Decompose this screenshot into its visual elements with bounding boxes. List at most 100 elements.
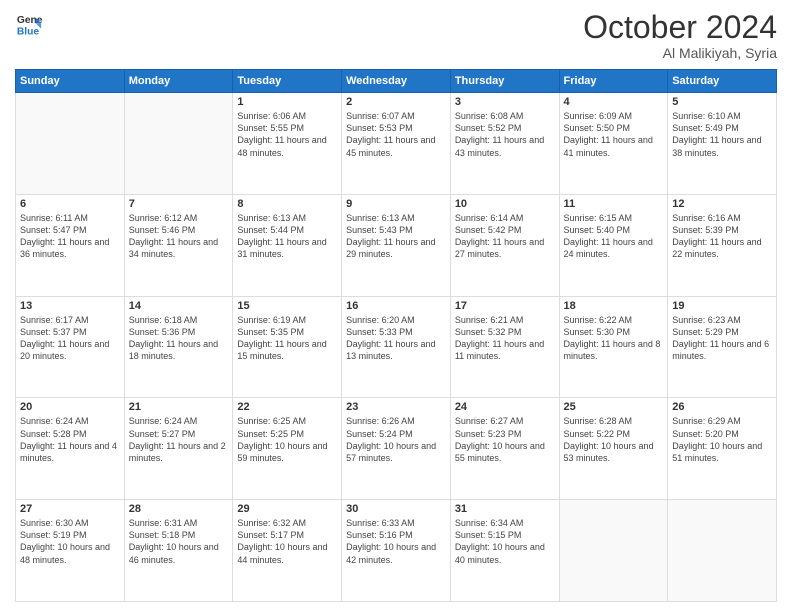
calendar-cell: 1Sunrise: 6:06 AMSunset: 5:55 PMDaylight… (233, 93, 342, 195)
day-info: Sunrise: 6:17 AMSunset: 5:37 PMDaylight:… (20, 314, 120, 363)
calendar-cell: 15 Sunrise: 6:19 AMSunset: 5:35 PMDayligh… (233, 296, 342, 398)
day-info: Sunrise: 6:34 AMSunset: 5:15 PMDaylight:… (455, 517, 555, 566)
week-row-4: 20Sunrise: 6:24 AMSunset: 5:28 PMDayligh… (16, 398, 777, 500)
calendar-cell: 14Sunrise: 6:18 AMSunset: 5:36 PMDayligh… (124, 296, 233, 398)
week-row-5: 27 Sunrise: 6:30 AMSunset: 5:19 PMDayligh… (16, 500, 777, 602)
calendar-cell: 11 Sunrise: 6:15 AMSunset: 5:40 PMDayligh… (559, 194, 668, 296)
calendar-cell: 28 Sunrise: 6:31 AMSunset: 5:18 PMDayligh… (124, 500, 233, 602)
calendar-header-row: SundayMondayTuesdayWednesdayThursdayFrid… (16, 70, 777, 93)
day-number: 12 (672, 198, 772, 210)
calendar-cell: 2 Sunrise: 6:07 AMSunset: 5:53 PMDaylight… (342, 93, 451, 195)
week-row-1: 1Sunrise: 6:06 AMSunset: 5:55 PMDaylight… (16, 93, 777, 195)
day-number: 16 (346, 300, 446, 312)
col-header-friday: Friday (559, 70, 668, 93)
calendar-cell: 27 Sunrise: 6:30 AMSunset: 5:19 PMDayligh… (16, 500, 125, 602)
day-info: Sunrise: 6:15 AMSunset: 5:40 PMDaylight:… (564, 212, 664, 261)
calendar-cell: 17 Sunrise: 6:21 AMSunset: 5:32 PMDayligh… (450, 296, 559, 398)
calendar-cell: 24 Sunrise: 6:27 AMSunset: 5:23 PMDayligh… (450, 398, 559, 500)
col-header-monday: Monday (124, 70, 233, 93)
day-number: 29 (237, 503, 337, 515)
col-header-thursday: Thursday (450, 70, 559, 93)
day-info: Sunrise: 6:13 AMSunset: 5:44 PMDaylight:… (237, 212, 337, 261)
day-info: Sunrise: 6:32 AMSunset: 5:17 PMDaylight:… (237, 517, 337, 566)
day-number: 8 (237, 198, 337, 210)
location-subtitle: Al Malikiyah, Syria (583, 45, 777, 61)
day-number: 10 (455, 198, 555, 210)
day-info: Sunrise: 6:30 AMSunset: 5:19 PMDaylight:… (20, 517, 120, 566)
day-info: Sunrise: 6:31 AMSunset: 5:18 PMDaylight:… (129, 517, 229, 566)
day-number: 28 (129, 503, 229, 515)
day-number: 13 (20, 300, 120, 312)
day-number: 27 (20, 503, 120, 515)
calendar-cell: 16 Sunrise: 6:20 AMSunset: 5:33 PMDayligh… (342, 296, 451, 398)
day-info: Sunrise: 6:13 AMSunset: 5:43 PMDaylight:… (346, 212, 446, 261)
week-row-2: 6Sunrise: 6:11 AMSunset: 5:47 PMDaylight… (16, 194, 777, 296)
month-title: October 2024 (583, 10, 777, 45)
day-number: 11 (564, 198, 664, 210)
day-info: Sunrise: 6:07 AMSunset: 5:53 PMDaylight:… (346, 110, 446, 159)
day-number: 21 (129, 401, 229, 413)
day-number: 5 (672, 96, 772, 108)
calendar-cell (559, 500, 668, 602)
day-number: 22 (237, 401, 337, 413)
day-info: Sunrise: 6:20 AMSunset: 5:33 PMDaylight:… (346, 314, 446, 363)
calendar-cell: 25 Sunrise: 6:28 AMSunset: 5:22 PMDayligh… (559, 398, 668, 500)
day-info: Sunrise: 6:28 AMSunset: 5:22 PMDaylight:… (564, 415, 664, 464)
day-number: 18 (564, 300, 664, 312)
day-number: 20 (20, 401, 120, 413)
day-info: Sunrise: 6:09 AMSunset: 5:50 PMDaylight:… (564, 110, 664, 159)
day-number: 26 (672, 401, 772, 413)
title-block: October 2024 Al Malikiyah, Syria (583, 10, 777, 61)
day-number: 17 (455, 300, 555, 312)
day-number: 15 (237, 300, 337, 312)
day-info: Sunrise: 6:12 AMSunset: 5:46 PMDaylight:… (129, 212, 229, 261)
day-info: Sunrise: 6:08 AMSunset: 5:52 PMDaylight:… (455, 110, 555, 159)
day-number: 4 (564, 96, 664, 108)
day-info: Sunrise: 6:06 AMSunset: 5:55 PMDaylight:… (237, 110, 337, 159)
day-info: Sunrise: 6:14 AMSunset: 5:42 PMDaylight:… (455, 212, 555, 261)
col-header-wednesday: Wednesday (342, 70, 451, 93)
calendar-cell: 13 Sunrise: 6:17 AMSunset: 5:37 PMDayligh… (16, 296, 125, 398)
calendar-cell (668, 500, 777, 602)
calendar-cell: 5Sunrise: 6:10 AMSunset: 5:49 PMDaylight… (668, 93, 777, 195)
day-number: 3 (455, 96, 555, 108)
svg-text:Blue: Blue (17, 26, 40, 37)
calendar-cell: 6Sunrise: 6:11 AMSunset: 5:47 PMDaylight… (16, 194, 125, 296)
day-number: 2 (346, 96, 446, 108)
day-info: Sunrise: 6:26 AMSunset: 5:24 PMDaylight:… (346, 415, 446, 464)
day-number: 9 (346, 198, 446, 210)
day-number: 30 (346, 503, 446, 515)
day-info: Sunrise: 6:19 AMSunset: 5:35 PMDaylight:… (237, 314, 337, 363)
calendar-cell: 23 Sunrise: 6:26 AMSunset: 5:24 PMDayligh… (342, 398, 451, 500)
calendar-cell: 20Sunrise: 6:24 AMSunset: 5:28 PMDayligh… (16, 398, 125, 500)
calendar-cell: 9 Sunrise: 6:13 AMSunset: 5:43 PMDaylight… (342, 194, 451, 296)
calendar-cell: 30 Sunrise: 6:33 AMSunset: 5:16 PMDayligh… (342, 500, 451, 602)
day-number: 7 (129, 198, 229, 210)
day-info: Sunrise: 6:23 AMSunset: 5:29 PMDaylight:… (672, 314, 772, 363)
calendar-cell: 29 Sunrise: 6:32 AMSunset: 5:17 PMDayligh… (233, 500, 342, 602)
calendar-cell: 7 Sunrise: 6:12 AMSunset: 5:46 PMDaylight… (124, 194, 233, 296)
day-info: Sunrise: 6:25 AMSunset: 5:25 PMDaylight:… (237, 415, 337, 464)
logo: General Blue (15, 10, 43, 38)
day-number: 24 (455, 401, 555, 413)
day-number: 25 (564, 401, 664, 413)
calendar-cell: 22 Sunrise: 6:25 AMSunset: 5:25 PMDayligh… (233, 398, 342, 500)
calendar-cell: 31 Sunrise: 6:34 AMSunset: 5:15 PMDayligh… (450, 500, 559, 602)
calendar-cell: 12Sunrise: 6:16 AMSunset: 5:39 PMDayligh… (668, 194, 777, 296)
calendar-cell: 18Sunrise: 6:22 AMSunset: 5:30 PMDayligh… (559, 296, 668, 398)
day-number: 6 (20, 198, 120, 210)
day-info: Sunrise: 6:33 AMSunset: 5:16 PMDaylight:… (346, 517, 446, 566)
calendar-cell: 4 Sunrise: 6:09 AMSunset: 5:50 PMDaylight… (559, 93, 668, 195)
day-number: 31 (455, 503, 555, 515)
calendar-cell: 3 Sunrise: 6:08 AMSunset: 5:52 PMDaylight… (450, 93, 559, 195)
page: General Blue October 2024 Al Malikiyah, … (0, 0, 792, 612)
day-info: Sunrise: 6:21 AMSunset: 5:32 PMDaylight:… (455, 314, 555, 363)
calendar-cell: 19Sunrise: 6:23 AMSunset: 5:29 PMDayligh… (668, 296, 777, 398)
col-header-tuesday: Tuesday (233, 70, 342, 93)
day-info: Sunrise: 6:27 AMSunset: 5:23 PMDaylight:… (455, 415, 555, 464)
calendar-cell (16, 93, 125, 195)
header: General Blue October 2024 Al Malikiyah, … (15, 10, 777, 61)
day-info: Sunrise: 6:18 AMSunset: 5:36 PMDaylight:… (129, 314, 229, 363)
day-info: Sunrise: 6:24 AMSunset: 5:27 PMDaylight:… (129, 415, 229, 464)
day-number: 23 (346, 401, 446, 413)
